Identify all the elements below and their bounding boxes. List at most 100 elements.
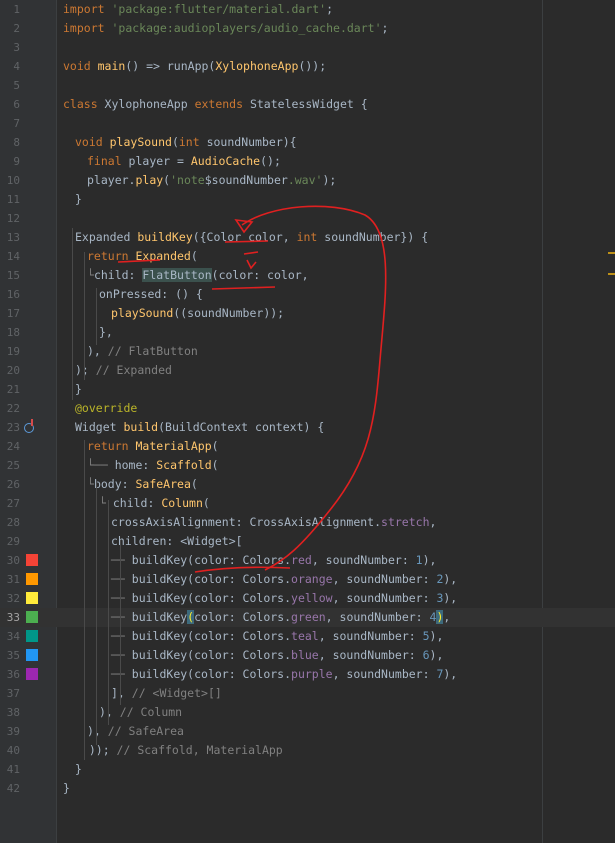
code-text[interactable]: ── buildKey(color: Colors.green, soundNu… [111,608,450,627]
code-text[interactable]: ── buildKey(color: Colors.yellow, soundN… [111,589,457,608]
code-line[interactable]: 3 [0,38,615,57]
code-text[interactable]: } [63,779,70,798]
line-number[interactable]: 25 [0,456,20,475]
code-line[interactable]: 28 crossAxisAlignment: CrossAxisAlignment… [0,513,615,532]
line-number[interactable]: 17 [0,304,20,323]
orange-swatch-icon[interactable] [26,573,38,585]
code-line[interactable]: 22 @override [0,399,615,418]
line-number[interactable]: 13 [0,228,20,247]
code-line[interactable]: 10 player.play('note$soundNumber.wav'); [0,171,615,190]
code-text[interactable]: void main() => runApp(XylophoneApp()); [63,57,326,76]
line-number[interactable]: 29 [0,532,20,551]
yellow-swatch-icon[interactable] [26,592,38,604]
line-number[interactable]: 4 [0,57,20,76]
code-text[interactable]: Widget build(BuildContext context) { [75,418,324,437]
line-number[interactable]: 34 [0,627,20,646]
line-number[interactable]: 27 [0,494,20,513]
line-number[interactable]: 36 [0,665,20,684]
line-number[interactable]: 20 [0,361,20,380]
code-line[interactable]: 33 ── buildKey(color: Colors.green, sound… [0,608,615,627]
code-line[interactable]: 39), // SafeArea [0,722,615,741]
code-line[interactable]: 7 [0,114,615,133]
code-line[interactable]: 34 ── buildKey(color: Colors.teal, soundN… [0,627,615,646]
line-number[interactable]: 38 [0,703,20,722]
code-text[interactable]: ], // <Widget>[] [111,684,222,703]
code-line[interactable]: 14 return Expanded( [0,247,615,266]
code-text[interactable]: ── buildKey(color: Colors.blue, soundNum… [111,646,443,665]
code-line[interactable]: 21} [0,380,615,399]
blue-swatch-icon[interactable] [26,649,38,661]
line-number[interactable]: 2 [0,19,20,38]
line-number[interactable]: 41 [0,760,20,779]
code-line[interactable]: 37 ], // <Widget>[] [0,684,615,703]
code-line[interactable]: 40 )); // Scaffold, MaterialApp [0,741,615,760]
code-line[interactable]: 36 ── buildKey(color: Colors.purple, soun… [0,665,615,684]
code-text[interactable]: return Expanded( [87,247,198,266]
line-number[interactable]: 6 [0,95,20,114]
code-text[interactable]: ), // FlatButton [87,342,198,361]
code-line[interactable]: 26 └body: SafeArea( [0,475,615,494]
line-number[interactable]: 39 [0,722,20,741]
line-number[interactable]: 33 [0,608,20,627]
code-text[interactable]: } [75,380,82,399]
code-line[interactable]: 17 playSound((soundNumber)); [0,304,615,323]
line-number[interactable]: 1 [0,0,20,19]
code-text[interactable]: └body: SafeArea( [87,475,198,494]
line-number[interactable]: 14 [0,247,20,266]
code-text[interactable]: import 'package:flutter/material.dart'; [63,0,340,19]
line-number[interactable]: 22 [0,399,20,418]
line-number[interactable]: 3 [0,38,20,57]
code-text[interactable]: import 'package:audioplayers/audio_cache… [63,19,388,38]
code-text[interactable]: ), // Column [99,703,182,722]
code-line[interactable]: 29 children: <Widget>[ [0,532,615,551]
purple-swatch-icon[interactable] [26,668,38,680]
code-text[interactable]: └── home: Scaffold( [87,456,219,475]
line-number[interactable]: 19 [0,342,20,361]
code-text[interactable]: ── buildKey(color: Colors.orange, soundN… [111,570,457,589]
code-line[interactable]: 19 ), // FlatButton [0,342,615,361]
code-text[interactable]: }, [99,323,113,342]
code-line[interactable]: 42} [0,779,615,798]
line-number[interactable]: 7 [0,114,20,133]
line-number[interactable]: 16 [0,285,20,304]
code-text[interactable]: void playSound(int soundNumber){ [75,133,297,152]
code-line[interactable]: 20 ); // Expanded [0,361,615,380]
code-text[interactable]: children: <Widget>[ [111,532,243,551]
code-line[interactable]: 8 void playSound(int soundNumber){ [0,133,615,152]
code-line[interactable]: 5 [0,76,615,95]
code-line[interactable]: 15 └child: FlatButton(color: color, [0,266,615,285]
line-number[interactable]: 5 [0,76,20,95]
line-number[interactable]: 21 [0,380,20,399]
line-number[interactable]: 24 [0,437,20,456]
code-text[interactable]: ── buildKey(color: Colors.purple, soundN… [111,665,457,684]
code-line[interactable]: 32 ── buildKey(color: Colors.yellow, soun… [0,589,615,608]
code-line[interactable]: 1 import 'package:flutter/material.dart'; [0,0,615,19]
code-line[interactable]: 31 ── buildKey(color: Colors.orange, soun… [0,570,615,589]
line-number[interactable]: 40 [0,741,20,760]
code-line[interactable]: 38 ), // Column [0,703,615,722]
code-text[interactable]: } [75,760,82,779]
code-line[interactable]: 41} [0,760,615,779]
code-line[interactable]: 24 return MaterialApp( [0,437,615,456]
line-number[interactable]: 23 [0,418,20,437]
line-number[interactable]: 10 [0,171,20,190]
code-text[interactable]: } [75,190,82,209]
code-line[interactable]: 16 onPressed: () { [0,285,615,304]
line-number[interactable]: 42 [0,779,20,798]
line-number[interactable]: 18 [0,323,20,342]
line-number[interactable]: 15 [0,266,20,285]
code-line[interactable]: 25 └── home: Scaffold( [0,456,615,475]
line-number[interactable]: 35 [0,646,20,665]
code-text[interactable]: final player = AudioCache(); [87,152,281,171]
line-number[interactable]: 37 [0,684,20,703]
code-text[interactable]: )); // Scaffold, MaterialApp [75,741,283,760]
code-text[interactable]: └ child: Column( [99,494,210,513]
code-line[interactable]: 27 └ child: Column( [0,494,615,513]
code-editor[interactable]: 1 import 'package:flutter/material.dart';… [0,0,615,843]
code-text[interactable]: ); // Expanded [75,361,172,380]
code-line[interactable]: 30 ── buildKey(color: Colors.red, soundNu… [0,551,615,570]
line-number[interactable]: 12 [0,209,20,228]
code-line[interactable]: 2 import 'package:audioplayers/audio_cach… [0,19,615,38]
red-swatch-icon[interactable] [26,554,38,566]
code-line[interactable]: 4 void main() => runApp(XylophoneApp()); [0,57,615,76]
